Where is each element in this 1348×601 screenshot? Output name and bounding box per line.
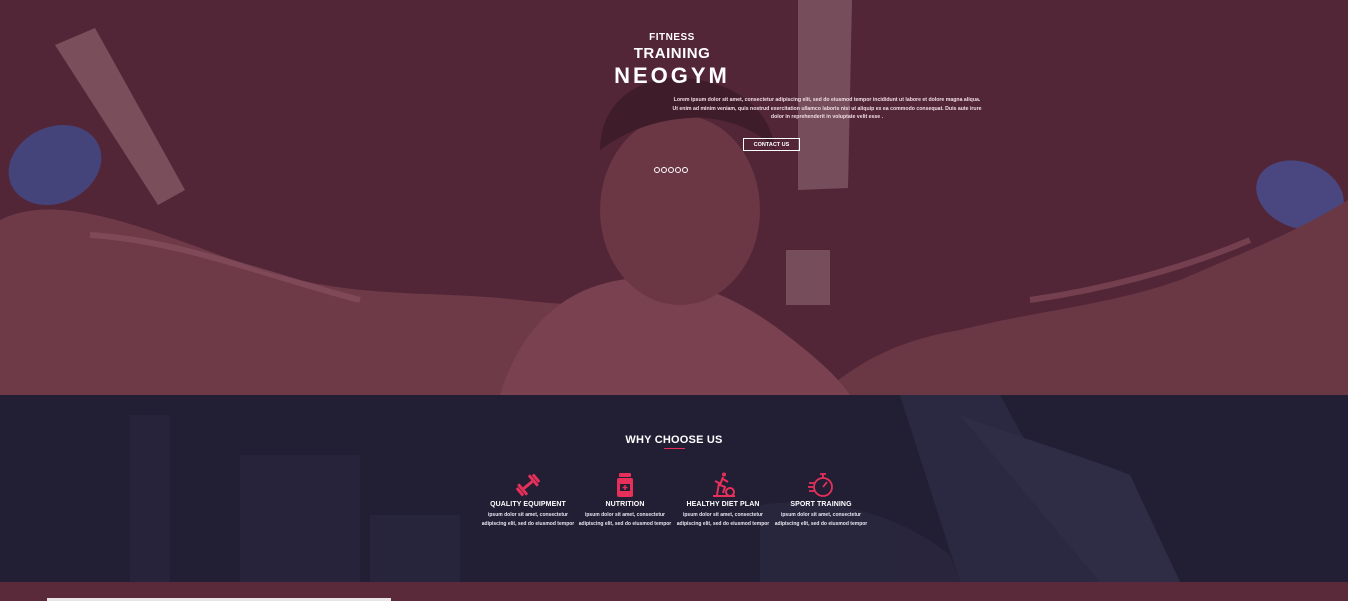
feature-name: NUTRITION — [605, 501, 645, 508]
feature-name: QUALITY EQUIPMENT — [490, 501, 566, 508]
feature-description: ipsum dolor sit amet, consectetur adipis… — [481, 512, 575, 527]
slider-dot-1[interactable] — [654, 167, 660, 173]
why-title: WHY CHOOSE US — [625, 434, 723, 446]
stopwatch-icon — [808, 473, 833, 497]
feature-name: SPORT TRAINING — [790, 501, 852, 508]
slider-dot-5[interactable] — [682, 167, 688, 173]
hero-eyebrow: FITNESS — [649, 32, 695, 43]
why-background-photo — [0, 395, 1348, 582]
hero-subtitle: TRAINING — [633, 45, 711, 62]
slider-dot-3[interactable] — [668, 167, 674, 173]
feature-quality-equipment: QUALITY EQUIPMENT ipsum dolor sit amet, … — [480, 471, 576, 528]
next-section-preview — [0, 582, 1348, 601]
why-choose-us-section: WHY CHOOSE US QUALITY EQUIPMENT ipsum do… — [0, 395, 1348, 582]
feature-sport-training: SPORT TRAINING ipsum dolor sit amet, con… — [773, 471, 869, 528]
feature-description: ipsum dolor sit amet, consectetur adipis… — [774, 512, 868, 527]
feature-name: HEALTHY DIET PLAN — [686, 501, 760, 508]
feature-nutrition: NUTRITION ipsum dolor sit amet, consecte… — [577, 471, 673, 528]
hero-title: NEOGYM — [614, 63, 730, 88]
feature-description: ipsum dolor sit amet, consectetur adipis… — [578, 512, 672, 527]
exercise-bike-icon — [713, 472, 735, 497]
feature-description: ipsum dolor sit amet, consectetur adipis… — [676, 512, 770, 527]
supplement-jar-icon — [617, 473, 633, 497]
hero-section: FITNESS TRAINING NEOGYM Lorem ipsum dolo… — [0, 0, 1348, 395]
feature-healthy-diet-plan: HEALTHY DIET PLAN ipsum dolor sit amet, … — [675, 471, 771, 528]
slider-pagination — [654, 167, 689, 175]
contact-us-button[interactable]: CONTACT US — [743, 138, 800, 151]
hero-lead-text: Lorem ipsum dolor sit amet, consectetur … — [672, 97, 982, 121]
slider-dot-4[interactable] — [675, 167, 681, 173]
slider-dot-2[interactable] — [661, 167, 667, 173]
dumbbell-icon — [516, 473, 540, 497]
why-title-underline — [664, 448, 685, 449]
